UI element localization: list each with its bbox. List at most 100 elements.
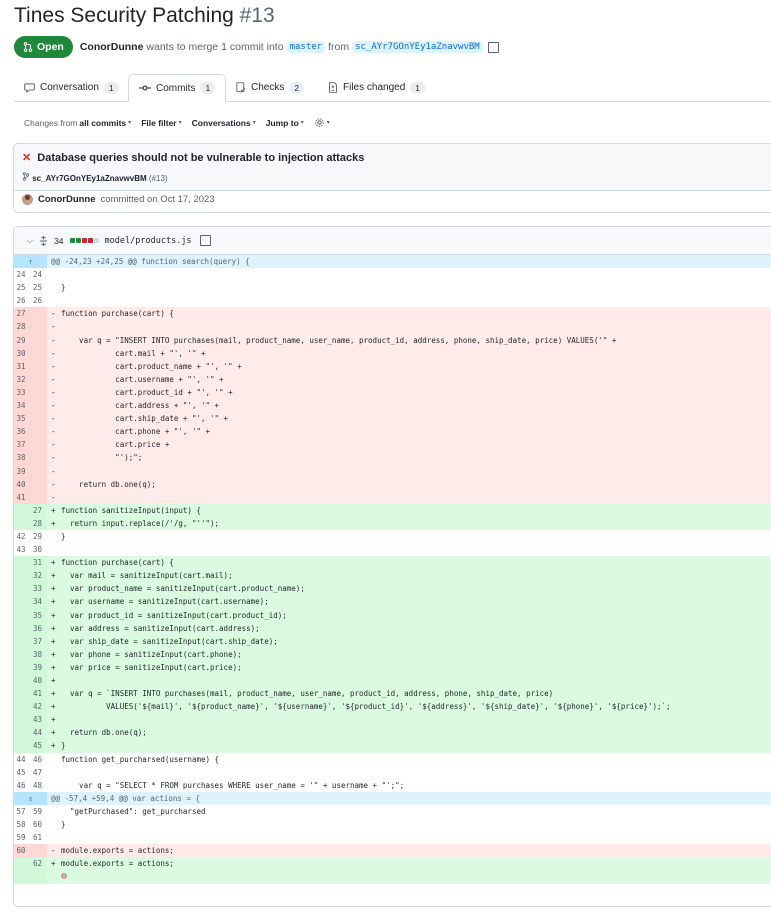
pr-author-link[interactable]: ConorDunne [80,41,144,53]
new-line-number[interactable] [30,320,47,334]
new-line-number[interactable]: 59 [30,804,47,819]
diff-line[interactable]: 60 - module.exports = actions; [14,844,771,858]
new-line-number[interactable]: 28 [30,516,47,530]
diff-line[interactable]: 29 - var q = "INSERT INTO purchases(mail,… [14,333,771,347]
old-line-number[interactable] [14,739,31,753]
new-line-number[interactable]: 34 [30,595,47,609]
diff-line[interactable]: 35 - cart.ship_date + "', '" + [14,412,771,426]
old-line-number[interactable]: 43 [14,543,31,557]
commit-title[interactable]: Database queries should not be vulnerabl… [37,152,364,164]
diff-line[interactable]: 38 - "');"; [14,451,771,465]
new-line-number[interactable] [30,477,47,491]
tab-conversation[interactable]: Conversation 1 [14,74,129,101]
old-line-number[interactable] [14,687,31,701]
diff-line[interactable]: 38 + var phone = sanitizeInput(cart.phone… [14,647,771,661]
new-line-number[interactable]: 38 [30,647,47,661]
new-line-number[interactable]: 42 [30,700,47,714]
diff-line[interactable]: 35 + var product_id = sanitizeInput(cart.… [14,608,771,622]
diff-line[interactable]: 25 25} [14,281,771,295]
new-line-number[interactable]: 61 [30,831,47,845]
diff-line[interactable]: 42 + VALUES('${mail}', '${product_name}',… [14,700,771,714]
diff-line[interactable]: 42 29} [14,529,771,544]
commit-pr-ref[interactable]: (#13) [149,174,168,183]
chevron-down-icon[interactable]: ⌵ [27,236,33,246]
file-path[interactable]: model/products.js [105,236,192,246]
tab-commits[interactable]: Commits 1 [128,74,227,102]
old-line-number[interactable] [14,608,31,622]
new-line-number[interactable] [30,451,47,465]
old-line-number[interactable]: 45 [14,765,31,779]
status-failed-icon[interactable]: ✕ [22,152,31,164]
old-line-number[interactable]: 39 [14,464,31,478]
old-line-number[interactable] [14,516,31,530]
old-line-number[interactable]: 41 [14,490,31,504]
new-line-number[interactable]: 32 [30,569,47,583]
diff-line[interactable]: 33 - cart.product_id + "', '" + [14,385,771,400]
new-line-number[interactable]: 60 [30,818,47,832]
diff-line[interactable]: 57 59 "getPurchased": get_purcharsed [14,804,771,819]
diff-line[interactable]: 31 - cart.product_name + "', '" + [14,359,771,373]
old-line-number[interactable]: 42 [14,529,31,544]
new-line-number[interactable] [30,870,47,884]
old-line-number[interactable] [14,582,31,596]
diff-line[interactable]: 27 - function purchase(cart) { [14,307,771,321]
old-line-number[interactable]: 30 [14,346,31,360]
diff-line[interactable]: 28 - [14,320,771,334]
diff-line[interactable]: 46 48 var q = "SELECT * FROM purchases WH… [14,778,771,792]
old-line-number[interactable] [14,660,31,674]
diff-line[interactable]: 40 + [14,674,771,688]
jump-to-dropdown[interactable]: Jump to ▾ [266,118,304,128]
diff-line[interactable]: 43 30 [14,543,771,557]
old-line-number[interactable] [14,569,31,583]
old-line-number[interactable] [14,726,31,740]
old-line-number[interactable]: 25 [14,281,31,295]
diff-line[interactable]: 37 - cart.price + [14,438,771,452]
new-line-number[interactable] [30,490,47,504]
new-line-number[interactable] [30,438,47,452]
diff-line[interactable]: 36 + var address = sanitizeInput(cart.add… [14,621,771,635]
diff-line[interactable]: 24 24 [14,268,771,282]
diff-line[interactable]: 41 - [14,490,771,504]
old-line-number[interactable] [14,700,31,714]
new-line-number[interactable]: 45 [30,739,47,753]
commit-branch-name[interactable]: sc_AYr7GOnYEy1aZnavwvBM [32,174,146,183]
diff-line[interactable]: 39 - [14,464,771,478]
new-line-number[interactable]: 27 [30,503,47,517]
diff-line[interactable]: 36 - cart.phone + "', '" + [14,425,771,439]
commit-author-name[interactable]: ConorDunne [38,194,96,205]
base-branch[interactable]: master [286,41,326,53]
new-line-number[interactable]: 47 [30,765,47,779]
old-line-number[interactable] [14,503,31,517]
old-line-number[interactable] [14,857,31,871]
diff-line[interactable]: 45 47 [14,765,771,779]
diff-line[interactable]: 30 - cart.mail + "', '" + [14,346,771,360]
diff-line[interactable]: 37 + var ship_date = sanitizeInput(cart.s… [14,634,771,648]
old-line-number[interactable] [14,713,31,727]
old-line-number[interactable] [14,621,31,635]
new-line-number[interactable]: 26 [30,294,47,308]
old-line-number[interactable]: 32 [14,372,31,386]
expand-icon[interactable]: ⇕ [14,791,47,805]
conversations-dropdown[interactable]: Conversations ▾ [192,118,256,128]
new-line-number[interactable]: 39 [30,660,47,674]
new-line-number[interactable] [30,346,47,360]
new-line-number[interactable]: 24 [30,268,47,282]
old-line-number[interactable]: 60 [14,844,31,858]
old-line-number[interactable]: 40 [14,477,31,491]
tab-files-changed[interactable]: Files changed 1 [318,74,435,101]
old-line-number[interactable]: 37 [14,438,31,452]
diff-line[interactable]: 59 61 [14,831,771,845]
new-line-number[interactable]: 40 [30,674,47,688]
new-line-number[interactable]: 46 [30,752,47,766]
file-filter-dropdown[interactable]: File filter ▾ [141,118,181,128]
old-line-number[interactable]: 59 [14,831,31,845]
diff-line[interactable]: ⊖ [14,870,771,884]
new-line-number[interactable]: 62 [30,857,47,871]
diff-line[interactable]: 43 + [14,713,771,727]
new-line-number[interactable]: 33 [30,582,47,596]
new-line-number[interactable]: 31 [30,556,47,570]
old-line-number[interactable]: 58 [14,818,31,832]
diff-line[interactable]: 32 - cart.username + "', '" + [14,372,771,386]
old-line-number[interactable]: 34 [14,399,31,413]
new-line-number[interactable]: 35 [30,608,47,622]
